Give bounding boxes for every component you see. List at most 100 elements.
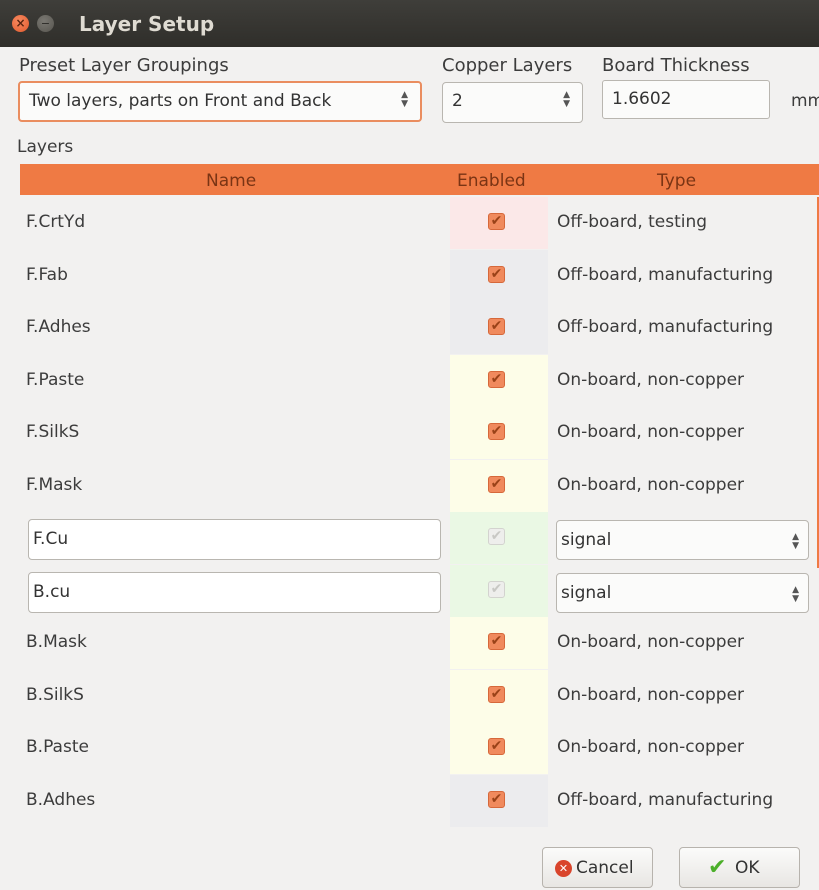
layer-row[interactable]: F.SilkS ✔ On-board, non-copper [20, 407, 819, 459]
layer-row[interactable]: B.cu ✔ signal ▲ ▼ [20, 565, 819, 617]
layer-type-select[interactable]: signal ▲ ▼ [556, 520, 809, 560]
layer-name-cell: F.Fab [20, 250, 450, 302]
grid-header: Name Enabled Type [20, 164, 819, 195]
layer-name-cell: B.Adhes [20, 775, 450, 827]
column-header-enabled[interactable]: Enabled [457, 171, 526, 191]
spinner-arrows-icon: ▲ ▼ [792, 585, 799, 604]
layer-type: On-board, non-copper [557, 475, 745, 495]
layer-enabled-cell: ✔ [450, 302, 548, 354]
layer-type: On-board, non-copper [557, 685, 745, 705]
layer-type-select[interactable]: signal ▲ ▼ [556, 573, 809, 613]
layer-type: On-board, non-copper [557, 737, 745, 757]
layer-name: B.Paste [26, 737, 89, 757]
cancel-label: Cancel [576, 858, 634, 878]
layer-name: F.Mask [26, 475, 83, 495]
layer-type-cell: Off-board, manufacturing [548, 250, 819, 302]
layer-row[interactable]: B.Paste ✔ On-board, non-copper [20, 722, 819, 774]
enabled-checkbox[interactable]: ✔ [488, 371, 505, 388]
layer-type-cell: signal ▲ ▼ [548, 565, 819, 617]
close-icon[interactable]: × [12, 15, 29, 32]
layer-row[interactable]: F.Mask ✔ On-board, non-copper [20, 460, 819, 512]
layer-name: F.Adhes [26, 317, 91, 337]
layer-type-cell: Off-board, manufacturing [548, 302, 819, 354]
enabled-checkbox[interactable]: ✔ [488, 686, 505, 703]
window-title: Layer Setup [79, 12, 215, 36]
layer-name-cell: F.Mask [20, 460, 450, 512]
layers-label: Layers [17, 137, 74, 157]
checkmark-icon: ✔ [708, 855, 727, 880]
layer-name: B.Mask [26, 632, 87, 652]
enabled-checkbox[interactable]: ✔ [488, 791, 505, 808]
layer-enabled-cell: ✔ [450, 250, 548, 302]
layer-name-cell: B.Paste [20, 722, 450, 774]
ok-label: OK [735, 858, 760, 878]
layer-name-value: F.Cu [33, 529, 69, 549]
spinner-arrows-icon: ▲ ▼ [792, 532, 799, 551]
layer-type-cell: On-board, non-copper [548, 355, 819, 407]
layer-row[interactable]: F.Fab ✔ Off-board, manufacturing [20, 250, 819, 302]
enabled-checkbox: ✔ [488, 581, 505, 598]
layer-type: Off-board, manufacturing [557, 317, 774, 337]
layer-row[interactable]: B.SilkS ✔ On-board, non-copper [20, 670, 819, 722]
spinner-arrows-icon: ▲ ▼ [401, 90, 408, 109]
enabled-checkbox[interactable]: ✔ [488, 213, 505, 230]
layer-type-cell: Off-board, testing [548, 197, 819, 249]
layer-type-cell: On-board, non-copper [548, 460, 819, 512]
copper-layers-label: Copper Layers [442, 55, 573, 76]
preset-label: Preset Layer Groupings [19, 55, 229, 76]
enabled-checkbox[interactable]: ✔ [488, 423, 505, 440]
preset-layer-groupings-select[interactable]: Two layers, parts on Front and Back ▲ ▼ [18, 81, 422, 122]
layer-enabled-cell: ✔ [450, 512, 548, 564]
enabled-checkbox[interactable]: ✔ [488, 476, 505, 493]
board-thickness-value: 1.6602 [612, 89, 672, 109]
column-header-type[interactable]: Type [657, 171, 696, 191]
board-thickness-input[interactable]: 1.6602 [602, 80, 770, 119]
ok-button[interactable]: ✔ OK [679, 847, 800, 888]
grid-body: F.CrtYd ✔ Off-board, testing F.Fab ✔ Off-boar… [20, 197, 819, 832]
layer-type-cell: signal ▲ ▼ [548, 512, 819, 564]
column-header-name[interactable]: Name [206, 171, 256, 191]
minimize-icon[interactable]: − [37, 15, 54, 32]
layer-row[interactable]: F.CrtYd ✔ Off-board, testing [20, 197, 819, 249]
layer-name: F.CrtYd [26, 212, 86, 232]
layer-enabled-cell: ✔ [450, 565, 548, 617]
layer-name-input[interactable]: F.Cu [28, 519, 441, 560]
layer-enabled-cell: ✔ [450, 460, 548, 512]
copper-layers-value: 2 [452, 91, 463, 111]
layer-name: B.Adhes [26, 790, 96, 810]
layer-row[interactable]: F.Cu ✔ signal ▲ ▼ [20, 512, 819, 564]
cancel-button[interactable]: ✕ Cancel [542, 847, 653, 888]
enabled-checkbox: ✔ [488, 528, 505, 545]
thickness-unit: mm [791, 91, 819, 111]
layer-name: F.Fab [26, 265, 68, 285]
layer-row[interactable]: F.Adhes ✔ Off-board, manufacturing [20, 302, 819, 354]
board-thickness-label: Board Thickness [602, 55, 750, 76]
enabled-checkbox[interactable]: ✔ [488, 738, 505, 755]
layer-name-input[interactable]: B.cu [28, 572, 441, 613]
layer-name-cell: B.Mask [20, 617, 450, 669]
layer-row[interactable]: F.Paste ✔ On-board, non-copper [20, 355, 819, 407]
layer-name-value: B.cu [33, 582, 71, 602]
layer-row[interactable]: B.Adhes ✔ Off-board, manufacturing [20, 775, 819, 827]
spinner-arrows-icon: ▲ ▼ [563, 90, 570, 109]
layer-enabled-cell: ✔ [450, 722, 548, 774]
copper-layers-select[interactable]: 2 ▲ ▼ [442, 82, 583, 123]
layer-name-cell: F.Adhes [20, 302, 450, 354]
layer-name-cell: F.Paste [20, 355, 450, 407]
layer-enabled-cell: ✔ [450, 355, 548, 407]
layer-name-cell: B.cu [20, 565, 450, 617]
layer-name: F.Paste [26, 370, 85, 390]
layer-type: Off-board, manufacturing [557, 265, 774, 285]
layer-type-cell: Off-board, manufacturing [548, 775, 819, 827]
enabled-checkbox[interactable]: ✔ [488, 633, 505, 650]
layer-enabled-cell: ✔ [450, 617, 548, 669]
layer-type-cell: On-board, non-copper [548, 407, 819, 459]
layer-row[interactable]: B.Mask ✔ On-board, non-copper [20, 617, 819, 669]
title-bar: × − Layer Setup [0, 0, 819, 47]
layer-enabled-cell: ✔ [450, 197, 548, 249]
layer-name-cell: F.SilkS [20, 407, 450, 459]
layer-enabled-cell: ✔ [450, 407, 548, 459]
enabled-checkbox[interactable]: ✔ [488, 318, 505, 335]
enabled-checkbox[interactable]: ✔ [488, 266, 505, 283]
layer-type: On-board, non-copper [557, 370, 745, 390]
